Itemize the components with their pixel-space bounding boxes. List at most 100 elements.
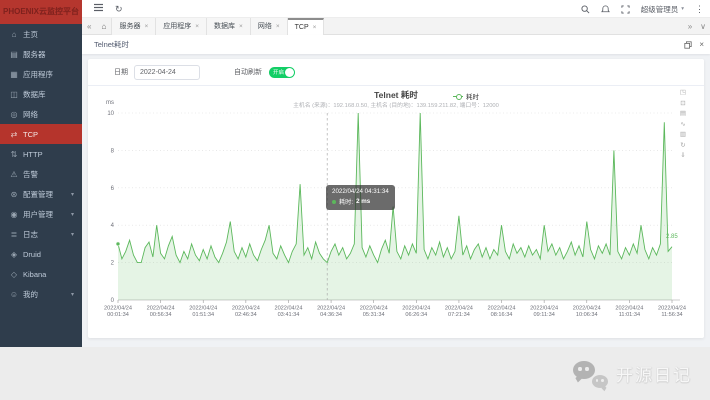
page-title: Telnet耗时	[94, 39, 129, 50]
close-tab-icon[interactable]: ×	[144, 23, 148, 30]
svg-text:2022/04/24: 2022/04/24	[147, 306, 175, 312]
sidebar-item-label: 告警	[23, 169, 38, 180]
collapse-tabs-icon[interactable]: «	[87, 22, 91, 31]
telnet-line-chart: 0246810ms2022/04/2400:01:342022/04/2400:…	[88, 87, 704, 338]
sidebar-item-alert[interactable]: ⚠ 告警	[0, 164, 82, 184]
svg-text:2022/04/24: 2022/04/24	[189, 306, 217, 312]
wechat-logo-icon	[573, 360, 609, 388]
tabs-dropdown-icon[interactable]: ∨	[700, 22, 706, 31]
user-menu[interactable]: 超级管理员 ▾	[641, 4, 684, 15]
sidebar-item-label: HTTP	[23, 150, 43, 159]
hamburger-icon[interactable]	[94, 0, 103, 18]
svg-text:11:56:34: 11:56:34	[661, 312, 682, 318]
svg-text:10:06:34: 10:06:34	[576, 312, 598, 318]
svg-text:02:46:34: 02:46:34	[235, 312, 257, 318]
window-restore-icon[interactable]	[684, 41, 692, 49]
refresh-icon[interactable]: ↻	[115, 0, 123, 18]
sidebar-item-http[interactable]: ⇅ HTTP	[0, 144, 82, 164]
tabbar-controls: » ∨	[688, 22, 706, 31]
sidebar-item-database[interactable]: ◫ 数据库	[0, 84, 82, 104]
tab-label: 网络	[258, 21, 272, 31]
user-name: 超级管理员	[641, 4, 679, 15]
tab-database[interactable]: 数据库 ×	[207, 18, 251, 35]
svg-text:04:36:34: 04:36:34	[320, 312, 342, 318]
tab-server[interactable]: 服务器 ×	[112, 18, 156, 35]
sidebar-item-home[interactable]: ⌂主页	[0, 24, 82, 44]
database-icon: ◫	[9, 90, 19, 99]
chart-toolbox: ◳ ⊡ ▤ ∿ ▥ ↻ ⇓	[680, 89, 686, 160]
svg-text:2022/04/24: 2022/04/24	[360, 306, 388, 312]
svg-text:06:26:34: 06:26:34	[405, 312, 427, 318]
chevron-down-icon: ▾	[71, 291, 74, 298]
sidebar-item-network[interactable]: ◎ 网络	[0, 104, 82, 124]
tabs-overflow-icon[interactable]: »	[688, 22, 692, 31]
svg-text:05:31:34: 05:31:34	[363, 312, 385, 318]
tab-bar: « ⌂ 服务器×应用程序×数据库×网络×TCP× » ∨	[82, 18, 710, 35]
http-icon: ⇅	[9, 150, 19, 159]
sidebar-item-label: 应用程序	[23, 69, 53, 80]
sidebar-item-logs[interactable]: ≣日志▾	[0, 224, 82, 244]
message-icon[interactable]	[601, 5, 610, 14]
bottom-band: 开源日记	[0, 347, 710, 400]
close-tab-icon[interactable]: ×	[195, 23, 199, 30]
tab-network[interactable]: 网络 ×	[251, 18, 288, 35]
page-header-controls: ×	[684, 40, 704, 49]
logs-icon: ≣	[9, 230, 19, 239]
sidebar-item-druid[interactable]: ◈Druid	[0, 244, 82, 264]
svg-text:09:11:34: 09:11:34	[533, 312, 554, 318]
auto-refresh-toggle[interactable]: 开启	[269, 67, 295, 78]
sidebar-item-config-mgmt[interactable]: ⊛配置管理▾	[0, 184, 82, 204]
sidebar-item-user-mgmt[interactable]: ◉用户管理▾	[0, 204, 82, 224]
top-navbar: ↻ 超级管理员 ▾ ⋮	[82, 0, 710, 18]
svg-text:4: 4	[111, 223, 115, 229]
tab-label: 服务器	[119, 21, 140, 31]
tab-application[interactable]: 应用程序×	[156, 18, 207, 35]
chevron-down-icon: ▾	[681, 6, 684, 12]
server-icon: ▤	[9, 50, 19, 59]
switch-line-icon[interactable]: ∿	[680, 121, 686, 129]
date-input[interactable]	[134, 65, 200, 80]
svg-text:2: 2	[111, 261, 115, 267]
close-tab-icon[interactable]: ×	[276, 23, 280, 30]
sidebar-item-label: 用户管理	[23, 209, 53, 220]
sidebar-item-tcp[interactable]: ⇄ TCP	[0, 124, 82, 144]
sidebar-item-label: 配置管理	[23, 189, 53, 200]
svg-text:0: 0	[111, 298, 115, 304]
sidebar-item-label: 数据库	[23, 89, 46, 100]
sidebar-item-label: 网络	[23, 109, 38, 120]
network-icon: ◎	[9, 110, 19, 119]
watermark-text: 开源日记	[616, 361, 692, 386]
tab-label: 数据库	[214, 21, 235, 31]
search-icon[interactable]	[581, 5, 590, 14]
switch-bar-icon[interactable]: ▥	[680, 131, 686, 139]
svg-text:2022/04/24: 2022/04/24	[402, 306, 430, 312]
svg-text:2022/04/24: 2022/04/24	[615, 306, 643, 312]
sidebar-item-kibana[interactable]: ◇Kibana	[0, 264, 82, 284]
navbar-right: 超级管理员 ▾ ⋮	[581, 0, 704, 18]
close-tab-icon[interactable]: ×	[239, 23, 243, 30]
svg-text:08:16:34: 08:16:34	[491, 312, 513, 318]
close-icon[interactable]: ×	[699, 40, 704, 49]
svg-text:00:01:34: 00:01:34	[107, 312, 129, 318]
svg-text:6: 6	[111, 186, 115, 192]
chevron-down-icon: ▾	[71, 231, 74, 238]
tcp-icon: ⇄	[9, 130, 19, 139]
sidebar-item-mine[interactable]: ☺我的▾	[0, 284, 82, 304]
close-tab-icon[interactable]: ×	[313, 24, 317, 31]
save-image-icon[interactable]: ⇓	[680, 152, 686, 160]
tab-tcp[interactable]: TCP×	[288, 18, 325, 35]
fullscreen-icon[interactable]	[621, 5, 630, 14]
data-view-icon[interactable]: ▤	[680, 110, 686, 118]
sidebar-item-server[interactable]: ▤服务器	[0, 44, 82, 64]
chevron-down-icon: ▾	[71, 191, 74, 198]
sidebar-item-application[interactable]: ▦应用程序	[0, 64, 82, 84]
sidebar: PHOENIX云监控平台 ⌂主页▤服务器▦应用程序◫数据库◎网络⇄TCP⇅HTT…	[0, 0, 82, 347]
chart-restore-icon[interactable]: ↻	[680, 142, 686, 150]
home-tab[interactable]: ⌂	[96, 18, 112, 34]
svg-text:ms: ms	[106, 100, 114, 106]
zoom-restore-icon[interactable]: ⊡	[680, 100, 686, 108]
alert-icon: ⚠	[9, 170, 19, 179]
sidebar-item-label: TCP	[23, 130, 38, 139]
more-vertical-icon[interactable]: ⋮	[695, 4, 704, 15]
area-zoom-icon[interactable]: ◳	[680, 89, 686, 97]
